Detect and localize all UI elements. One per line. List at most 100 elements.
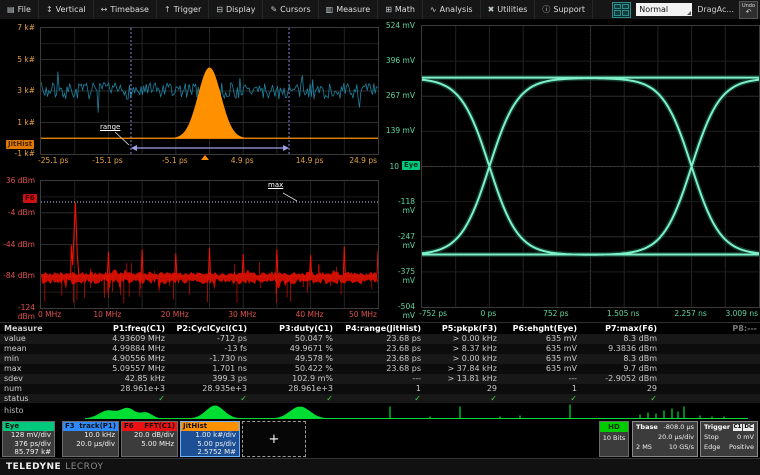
x-tick-label: 0 MHz bbox=[38, 310, 62, 319]
measure-cell: -1.730 ns bbox=[168, 354, 250, 364]
measure-cell bbox=[660, 364, 760, 374]
range-cursor-label[interactable]: range bbox=[100, 123, 120, 131]
measure-row-label: value bbox=[0, 334, 58, 344]
x-tick-label: -752 ps bbox=[419, 309, 448, 318]
x-tick-label: 4.9 ps bbox=[230, 156, 254, 165]
measure-row-label: min bbox=[0, 354, 58, 364]
trigger-box[interactable]: Trigger C1 DC Stop 0 mV Edge Positive bbox=[700, 421, 758, 457]
descriptor-line-right: 20.0 µs/div bbox=[76, 439, 115, 448]
vertical-arrows-icon: ↕ bbox=[45, 5, 53, 14]
y-tick-label: 3 k# bbox=[17, 86, 35, 95]
measure-cell: 399.3 ps bbox=[168, 374, 250, 384]
descriptor-line-right: 1.00 k#/div bbox=[195, 431, 236, 439]
trigger-level: 0 mV bbox=[737, 433, 754, 441]
x-tick-label: 14.9 ps bbox=[295, 156, 324, 165]
menu-item-math[interactable]: ⊞ Math bbox=[378, 0, 423, 19]
measure-column-header[interactable]: P8:--- bbox=[660, 323, 760, 334]
jitter-histogram-plot bbox=[40, 27, 379, 155]
menu-item-timebase[interactable]: ↔ Timebase bbox=[94, 0, 157, 19]
measure-cell: 4.99884 MHz bbox=[58, 344, 168, 354]
measure-cell: 635 mV bbox=[500, 364, 580, 374]
menu-item-vertical[interactable]: ↕ Vertical bbox=[39, 0, 94, 19]
x-tick-label: 3.009 ns bbox=[725, 309, 758, 318]
measure-cell: 4.90556 MHz bbox=[58, 354, 168, 364]
undo-button[interactable]: Undo ↶ bbox=[739, 0, 758, 19]
menu-item-label: Math bbox=[394, 5, 415, 14]
menu-item-label: Utilities bbox=[497, 5, 528, 14]
measure-cell: 635 mV bbox=[500, 354, 580, 364]
grid-layout-icon[interactable] bbox=[612, 1, 632, 18]
y-tick-label: -124 dBm bbox=[17, 303, 35, 321]
max-cursor-label[interactable]: max bbox=[268, 181, 283, 189]
trace-descriptor-f3[interactable]: F3 track(P1) 10.0 kHz 20.0 µs/div bbox=[62, 421, 119, 457]
trigger-position-marker bbox=[201, 155, 209, 160]
y-tick-label: 7 k# bbox=[17, 23, 35, 32]
jithist-axis-badge[interactable]: JitHist bbox=[6, 140, 35, 149]
drag-mode-indicator[interactable]: DragAc... bbox=[697, 5, 734, 14]
analysis-wave-icon: ∿ bbox=[429, 5, 437, 14]
trace-descriptor-eye[interactable]: Eye 128 mV/div 376 ps/div 85.797 k# bbox=[2, 421, 55, 457]
measure-cell: > 0.00 kHz bbox=[424, 334, 500, 344]
tbase-offset: -808.0 µs bbox=[663, 423, 694, 431]
measure-column-header[interactable]: P2:CyclCycl(C1) bbox=[168, 323, 250, 334]
measure-grid: Measure P1:freq(C1) P2:CyclCycl(C1) P3:duty… bbox=[0, 323, 760, 404]
display-mode-select[interactable]: Normal bbox=[636, 3, 693, 16]
measure-cell: 1 bbox=[500, 384, 580, 394]
measure-cell: 9.7 dBm bbox=[580, 364, 660, 374]
measure-cell: 28.961e+3 bbox=[58, 384, 168, 394]
measure-cell: > 13.81 kHz bbox=[424, 374, 500, 384]
tbase-rate: 10 GS/s bbox=[668, 443, 694, 451]
measure-cell: 28.935e+3 bbox=[168, 384, 250, 394]
measure-column-header[interactable]: P6:ehght(Eye) bbox=[500, 323, 580, 334]
descriptor-line: 5.00 MHz bbox=[122, 440, 177, 449]
x-tick-label: -5.1 ps bbox=[161, 156, 188, 165]
measure-column-header[interactable]: P1:freq(C1) bbox=[58, 323, 168, 334]
menu-item-utilities[interactable]: ✖ Utilities bbox=[481, 0, 536, 19]
menu-item-measure[interactable]: ▥ Measure bbox=[319, 0, 379, 19]
menu-items: ▤ File ↕ Vertical ↔ Timebase ↑ Trigger ⊟ Display ✎… bbox=[0, 0, 594, 19]
menu-right-cluster: Normal DragAc... Undo ↶ bbox=[612, 0, 760, 19]
timebase-box[interactable]: Tbase -808.0 µs 20.0 µs/div 2 MS 10 GS/s bbox=[632, 421, 698, 457]
measure-column-header[interactable]: P7:max(F6) bbox=[580, 323, 660, 334]
undo-icon: ↶ bbox=[745, 7, 752, 16]
descriptor-line-right: 128 mV/div bbox=[10, 431, 51, 439]
measure-cell: 9.3836 dBm bbox=[580, 344, 660, 354]
f6-axis-badge[interactable]: F6 bbox=[23, 194, 37, 203]
trigger-slope: Positive bbox=[728, 443, 754, 451]
hd-label: HD bbox=[600, 422, 628, 432]
trigger-coupling-tag: DC bbox=[743, 423, 754, 431]
x-tick-label: 30 MHz bbox=[228, 310, 257, 319]
ruler-icon: ▥ bbox=[325, 5, 334, 14]
tbase-scale: 20.0 µs/div bbox=[657, 433, 694, 441]
fft-spectrum-plot bbox=[40, 180, 379, 309]
menu-item-analysis[interactable]: ∿ Analysis bbox=[423, 0, 481, 19]
calculator-icon: ⊞ bbox=[385, 5, 392, 14]
trace-descriptor-row: Eye 128 mV/div 376 ps/div 85.797 k# F3 track(… bbox=[0, 421, 760, 457]
measure-cell: 49.9671 % bbox=[250, 344, 336, 354]
menu-item-file[interactable]: ▤ File bbox=[0, 0, 39, 19]
measure-column-header[interactable]: P5:pkpk(F3) bbox=[424, 323, 500, 334]
add-trace-button[interactable]: + bbox=[242, 421, 306, 457]
eye-diagram-plot bbox=[421, 25, 760, 308]
menu-item-cursors[interactable]: ✎ Cursors bbox=[263, 0, 319, 19]
menu-item-display[interactable]: ⊟ Display bbox=[209, 0, 264, 19]
descriptor-header: F6 FFT(C1) bbox=[122, 422, 177, 431]
menu-item-trigger[interactable]: ↑ Trigger bbox=[157, 0, 210, 19]
y-tick-label: 139 mV bbox=[385, 126, 415, 136]
measure-histicon-row: histo bbox=[0, 403, 760, 421]
menu-item-support[interactable]: ⓘ Support bbox=[535, 0, 594, 19]
measure-cell: --- bbox=[336, 374, 424, 384]
measure-cell bbox=[660, 344, 760, 354]
measure-column-header[interactable]: P3:duty(C1) bbox=[250, 323, 336, 334]
y-tick-label: -84 dBm bbox=[3, 271, 35, 281]
measure-cell: > 0.00 kHz bbox=[424, 354, 500, 364]
eye-axis-badge[interactable]: Eye bbox=[402, 161, 421, 170]
descriptor-name: JitHist bbox=[183, 422, 208, 430]
measure-cell: -712 ps bbox=[168, 334, 250, 344]
trace-descriptor-jithist[interactable]: JitHist 1.00 k#/div 5.00 ps/div 2.5752 M# bbox=[180, 421, 240, 457]
measure-column-header[interactable]: P4:range(JitHist) bbox=[336, 323, 424, 334]
trace-descriptor-f6[interactable]: F6 FFT(C1) 20.0 dB/div 5.00 MHz bbox=[121, 421, 178, 457]
measure-cell: 4.93609 MHz bbox=[58, 334, 168, 344]
measure-cell: 5.09557 MHz bbox=[58, 364, 168, 374]
hd-mode-box[interactable]: HD 10 Bits bbox=[599, 421, 629, 457]
